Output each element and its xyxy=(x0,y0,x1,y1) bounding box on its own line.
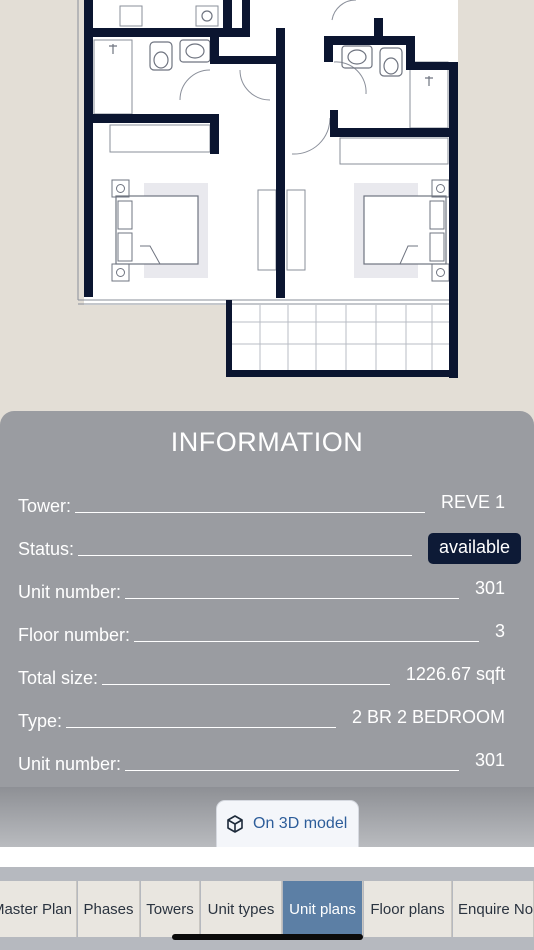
on-3d-model-label: On 3D model xyxy=(253,815,348,832)
info-row-unit-number: Unit number: 301 xyxy=(18,575,518,605)
tab-floor-plans[interactable]: Floor plans xyxy=(364,881,452,937)
information-title: INFORMATION xyxy=(170,427,364,457)
tab-master-plan[interactable]: Master Plan xyxy=(0,881,77,937)
info-value: REVE 1 xyxy=(440,492,505,512)
info-label: Status: xyxy=(18,539,75,559)
info-dotted-line xyxy=(66,727,336,728)
tab-label: Phases xyxy=(83,900,134,918)
tab-label: Unit types xyxy=(207,900,275,918)
info-dotted-line xyxy=(134,641,479,642)
tab-label: Floor plans xyxy=(370,900,445,918)
tab-label: Master Plan xyxy=(0,900,72,918)
tab-unit-plans[interactable]: Unit plans xyxy=(283,881,363,937)
info-row-total-size: Total size: 1226.67 sqft xyxy=(18,661,518,691)
information-panel: INFORMATION Tower: REVE 1 Status: availa… xyxy=(0,411,534,787)
tab-label: Enquire Now xyxy=(458,900,534,918)
tab-unit-types[interactable]: Unit types xyxy=(201,881,282,937)
info-dotted-line xyxy=(125,598,459,599)
home-indicator xyxy=(172,934,363,940)
info-value: 3 xyxy=(494,621,505,641)
cube-icon xyxy=(227,815,243,833)
tab-phases[interactable]: Phases xyxy=(78,881,140,937)
floor-plan xyxy=(0,0,534,420)
info-dotted-line xyxy=(102,684,390,685)
info-label: Floor number: xyxy=(18,625,131,645)
info-label: Tower: xyxy=(18,496,72,516)
info-dotted-line xyxy=(78,555,412,556)
tab-label: Unit plans xyxy=(289,900,356,918)
model-button-strip: On 3D model xyxy=(0,787,534,847)
info-value: 2 BR 2 BEDROOM xyxy=(351,707,505,727)
info-label: Type: xyxy=(18,711,63,731)
tab-label: Towers xyxy=(146,900,194,918)
info-row-tower: Tower: REVE 1 xyxy=(18,489,518,519)
info-label: Unit number: xyxy=(18,754,122,774)
info-label: Unit number: xyxy=(18,582,122,602)
info-dotted-line xyxy=(75,512,425,513)
tab-enquire-now[interactable]: Enquire Now xyxy=(453,881,534,937)
balcony-floor xyxy=(228,300,456,375)
on-3d-model-button[interactable]: On 3D model xyxy=(216,800,359,847)
info-row-unit-number-2: Unit number: 301 xyxy=(18,747,518,777)
info-value: 301 xyxy=(474,578,505,598)
info-value: 301 xyxy=(474,750,505,770)
info-dotted-line xyxy=(125,770,459,771)
status-badge: available xyxy=(427,533,521,564)
info-row-status: Status: available xyxy=(18,532,521,564)
divider-band xyxy=(0,847,534,867)
floor-plan-drawing xyxy=(77,0,458,378)
info-row-type: Type: 2 BR 2 BEDROOM xyxy=(18,704,518,734)
info-label: Total size: xyxy=(18,668,99,688)
info-row-floor-number: Floor number: 3 xyxy=(18,618,518,648)
info-value: 1226.67 sqft xyxy=(405,664,505,684)
tab-towers[interactable]: Towers xyxy=(141,881,200,937)
